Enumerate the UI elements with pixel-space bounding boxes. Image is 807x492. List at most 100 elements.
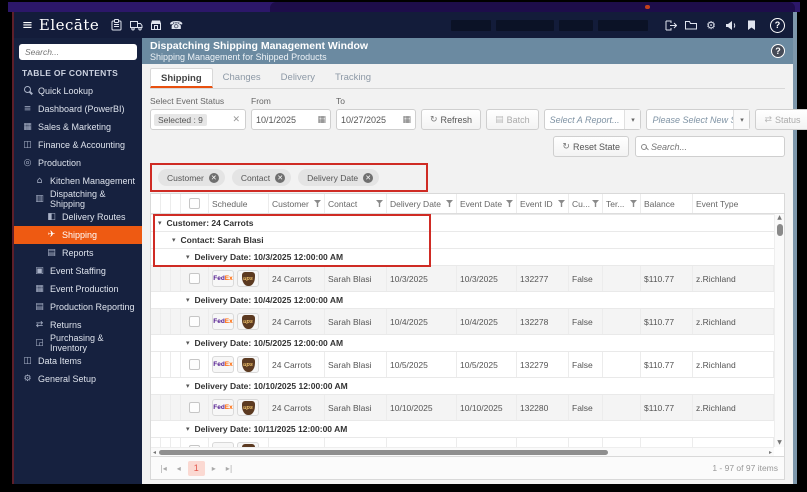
- scroll-right-icon[interactable]: ▸: [767, 449, 774, 456]
- batch-button[interactable]: ▤ Batch: [486, 109, 539, 130]
- sidebar-search-input[interactable]: [19, 44, 137, 60]
- plane-icon: ✈: [47, 230, 56, 240]
- filter-icon[interactable]: [592, 200, 599, 207]
- from-date-input[interactable]: [256, 114, 308, 125]
- help-icon[interactable]: ?: [770, 17, 785, 33]
- sidebar-item-returns[interactable]: ⇄ Returns: [14, 316, 142, 334]
- calendar-icon[interactable]: ▦: [402, 115, 411, 125]
- filter-icon[interactable]: [630, 200, 637, 207]
- sidebar-item-finance-accounting[interactable]: ◫ Finance & Accounting: [14, 136, 142, 154]
- collapse-group-icon[interactable]: ▾: [186, 339, 190, 347]
- collapse-group-icon[interactable]: ▾: [172, 236, 176, 244]
- report-dropdown[interactable]: Select A Report... ▾: [543, 109, 642, 130]
- reset-state-button[interactable]: ↻ Reset State: [553, 136, 629, 157]
- tab-changes[interactable]: Changes: [213, 68, 271, 88]
- pager-first-button[interactable]: |◂: [157, 464, 170, 473]
- new-status-dropdown[interactable]: Please Select New S... ▾: [646, 109, 751, 130]
- chevron-down-icon[interactable]: ▾: [733, 110, 750, 129]
- sidebar-item-reports[interactable]: ▤ Reports: [14, 244, 142, 262]
- sidebar-item-purchasing-inventory[interactable]: ◲ Purchasing & Inventory: [14, 333, 142, 353]
- fedex-logo: FedEx: [213, 275, 233, 282]
- storefront-icon[interactable]: [149, 18, 163, 32]
- select-all-checkbox[interactable]: [189, 198, 200, 209]
- ups-button[interactable]: ups: [237, 356, 259, 373]
- scroll-up-icon[interactable]: ▲: [777, 214, 782, 222]
- sidebar-item-quick-lookup[interactable]: Quick Lookup: [14, 82, 142, 100]
- bookmark-icon[interactable]: [744, 18, 758, 32]
- folder-icon[interactable]: [684, 18, 698, 32]
- calendar-icon[interactable]: ▦: [317, 115, 326, 125]
- vertical-scroll-thumb[interactable]: [776, 224, 783, 236]
- ups-button[interactable]: ups: [237, 399, 259, 416]
- sidebar-item-dashboard-powerbi-[interactable]: ≡ Dashboard (PowerBI): [14, 100, 142, 118]
- filter-icon[interactable]: [446, 200, 453, 207]
- gear-icon[interactable]: ⚙: [704, 18, 718, 32]
- collapse-group-icon[interactable]: ▾: [186, 382, 190, 390]
- tab-tracking[interactable]: Tracking: [325, 68, 381, 88]
- clear-status-icon[interactable]: ✕: [230, 114, 242, 125]
- sidebar-item-data-items[interactable]: ◫ Data Items: [14, 352, 142, 370]
- delivery-truck-icon[interactable]: [129, 18, 143, 32]
- from-date-group: From ▦: [251, 96, 331, 130]
- filter-icon[interactable]: [558, 200, 565, 207]
- sidebar-item-production[interactable]: ◎ Production: [14, 154, 142, 172]
- row-checkbox[interactable]: [189, 316, 200, 327]
- sidebar-item-shipping[interactable]: ✈ Shipping: [14, 226, 142, 244]
- cell-event_id: 132277: [517, 266, 569, 291]
- scroll-down-icon[interactable]: ▼: [777, 439, 782, 447]
- sidebar-item-kitchen-management[interactable]: ⌂ Kitchen Management: [14, 172, 142, 190]
- chevron-down-icon[interactable]: ▾: [624, 110, 641, 129]
- filter-icon[interactable]: [376, 200, 383, 207]
- scroll-left-icon[interactable]: ◂: [151, 449, 158, 456]
- sidebar-item-delivery-routes[interactable]: ◧ Delivery Routes: [14, 208, 142, 226]
- tab-shipping[interactable]: Shipping: [150, 68, 213, 88]
- horizontal-scrollbar[interactable]: ◂ ▸: [151, 447, 774, 456]
- phone-icon[interactable]: ☎: [169, 18, 183, 32]
- to-date-input[interactable]: [341, 114, 393, 125]
- collapse-group-icon[interactable]: ▾: [186, 296, 190, 304]
- row-checkbox[interactable]: [189, 359, 200, 370]
- sidebar-item-event-staffing[interactable]: ▣ Event Staffing: [14, 262, 142, 280]
- logout-icon[interactable]: [664, 18, 678, 32]
- ups-button[interactable]: ups: [237, 270, 259, 287]
- collapse-group-icon[interactable]: ▾: [186, 253, 190, 261]
- megaphone-icon[interactable]: [724, 18, 738, 32]
- remove-group-icon[interactable]: ✕: [208, 172, 219, 183]
- sidebar-item-production-reporting[interactable]: ▤ Production Reporting: [14, 298, 142, 316]
- sidebar-item-general-setup[interactable]: ⚙ General Setup: [14, 370, 142, 388]
- row-checkbox[interactable]: [189, 402, 200, 413]
- fedex-button[interactable]: FedEx: [212, 313, 234, 330]
- band-help-icon[interactable]: ?: [771, 44, 785, 58]
- group-chip-delivery-date[interactable]: Delivery Date ✕: [298, 169, 380, 186]
- collapse-group-icon[interactable]: ▾: [158, 219, 162, 227]
- remove-group-icon[interactable]: ✕: [363, 172, 374, 183]
- collapse-group-icon[interactable]: ▾: [186, 425, 190, 433]
- event-status-select[interactable]: Selected : 9 ✕: [150, 109, 246, 130]
- status-button[interactable]: ⇄ Status: [755, 109, 807, 130]
- row-checkbox[interactable]: [189, 273, 200, 284]
- fedex-button[interactable]: FedEx: [212, 270, 234, 287]
- sidebar-item-sales-marketing[interactable]: ▦ Sales & Marketing: [14, 118, 142, 136]
- fedex-button[interactable]: FedEx: [212, 356, 234, 373]
- pager-prev-button[interactable]: ◂: [174, 464, 184, 473]
- grid-search-input[interactable]: [651, 141, 779, 152]
- sidebar-item-event-production[interactable]: ▦ Event Production: [14, 280, 142, 298]
- tab-delivery[interactable]: Delivery: [271, 68, 325, 88]
- schedule-cell: FedEx ups: [209, 395, 269, 420]
- pager-next-button[interactable]: ▸: [209, 464, 219, 473]
- fedex-button[interactable]: FedEx: [212, 399, 234, 416]
- sidebar-item-dispatching-shipping[interactable]: ▥ Dispatching & Shipping: [14, 189, 142, 209]
- ups-button[interactable]: ups: [237, 313, 259, 330]
- vertical-scrollbar[interactable]: ▲ ▼: [774, 214, 784, 447]
- hamburger-menu-icon[interactable]: ≡: [22, 18, 33, 33]
- filter-icon[interactable]: [506, 200, 513, 207]
- pager-current-page[interactable]: 1: [187, 460, 205, 476]
- remove-group-icon[interactable]: ✕: [275, 172, 286, 183]
- clipboard-icon[interactable]: [109, 18, 123, 32]
- group-chip-customer[interactable]: Customer ✕: [158, 169, 225, 186]
- horizontal-scroll-thumb[interactable]: [159, 449, 608, 455]
- filter-icon[interactable]: [314, 200, 321, 207]
- pager-last-button[interactable]: ▸|: [223, 464, 236, 473]
- group-chip-contact[interactable]: Contact ✕: [231, 169, 292, 186]
- refresh-button[interactable]: ↻ Refresh: [421, 109, 482, 130]
